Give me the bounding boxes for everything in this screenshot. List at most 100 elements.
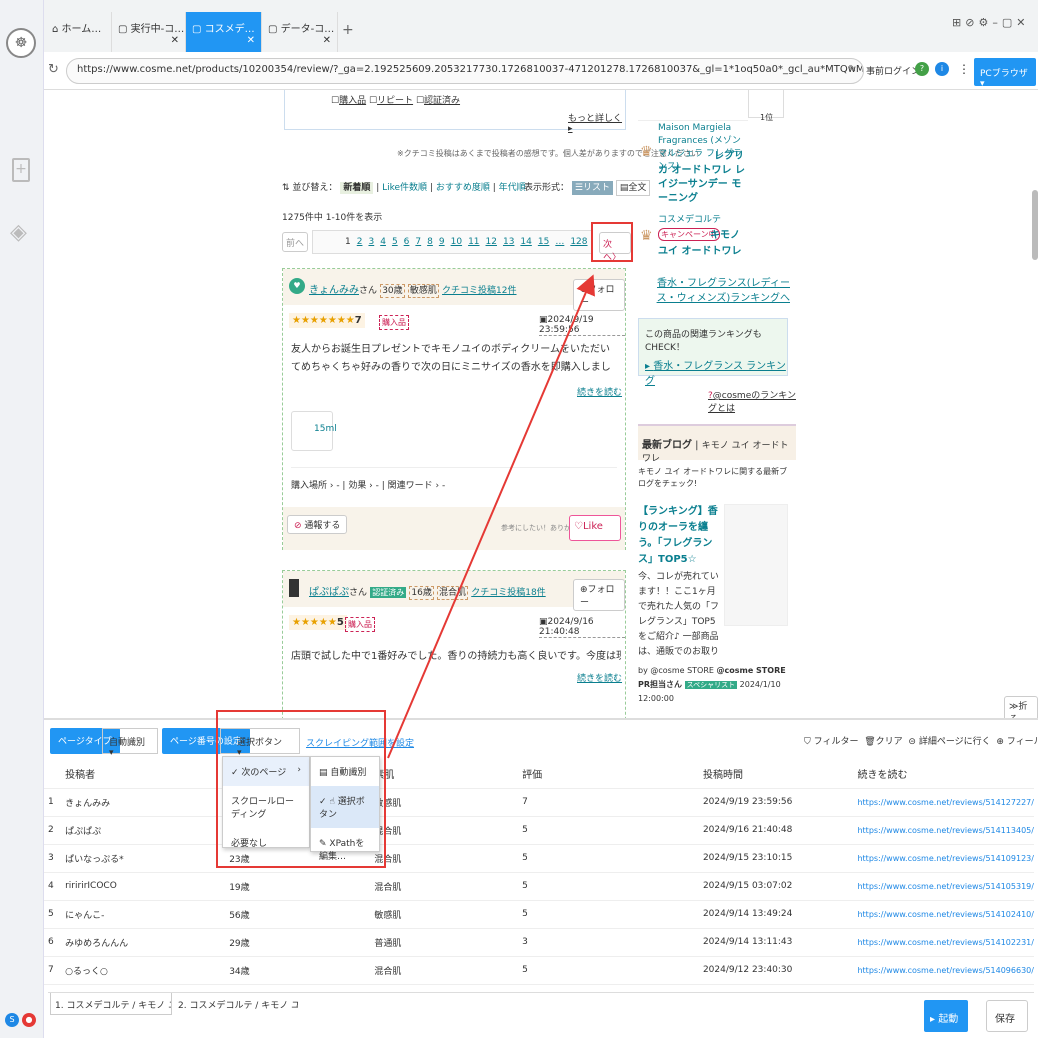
- edit-icon[interactable]: ✎: [848, 64, 856, 75]
- purchased-link[interactable]: 購入品: [339, 96, 366, 106]
- more-icon[interactable]: ⋮: [958, 62, 970, 76]
- blog-image[interactable]: [724, 504, 788, 626]
- blue-status-icon[interactable]: i: [935, 62, 949, 76]
- table-cell[interactable]: https://www.cosme.net/reviews/514102410/: [853, 900, 1034, 929]
- table-row[interactable]: 3 ぱいなっぷる* 23歳 混合肌 5 2024/9/15 23:10:15 https:/…: [44, 844, 1034, 873]
- page-link[interactable]: 1: [345, 237, 351, 247]
- tab-data[interactable]: ▢ データ-コ… ✕: [262, 12, 338, 52]
- repeat-link[interactable]: リピート: [377, 96, 413, 106]
- add-field-button[interactable]: ⊕ フィールドを追加: [996, 737, 1038, 747]
- report-button[interactable]: ⊘ 通報する: [287, 515, 348, 534]
- tab-home[interactable]: ⌂ ホーム…: [46, 12, 112, 52]
- close-icon[interactable]: ✕: [247, 35, 255, 46]
- green-status-icon[interactable]: ?: [915, 62, 929, 76]
- table-row[interactable]: 7 ○るっく○ 34歳 混合肌 5 2024/9/12 23:40:30 https://w…: [44, 956, 1034, 985]
- checkbox-icon[interactable]: ☐: [331, 96, 339, 106]
- rank-product-name[interactable]: レプリカ オードトワレ レイジーサンデー モーニング: [658, 150, 750, 206]
- column-header[interactable]: 続きを読む: [853, 760, 1034, 789]
- product-thumb[interactable]: 15ml: [291, 411, 337, 451]
- display-list-button[interactable]: ☰リスト: [571, 181, 613, 195]
- page-link[interactable]: 9: [439, 237, 445, 247]
- column-header[interactable]: 投稿者: [61, 760, 226, 789]
- page-link[interactable]: 6: [404, 237, 410, 247]
- checkbox-icon[interactable]: ☐: [369, 96, 377, 106]
- clear-button[interactable]: 🗑クリア: [864, 737, 902, 747]
- page-type-select[interactable]: 自動識別 ▾: [102, 728, 158, 758]
- table-cell[interactable]: https://www.cosme.net/reviews/514096630/: [853, 956, 1034, 985]
- start-button[interactable]: ▸ 起動: [924, 1000, 968, 1032]
- reviewer-posts-link[interactable]: クチコミ投稿12件: [442, 286, 516, 296]
- table-row[interactable]: 5 にゃんこ- 56歳 敏感肌 5 2024/9/14 13:49:24 https://w…: [44, 900, 1034, 929]
- filter-button[interactable]: ⛉ フィルター: [804, 737, 858, 747]
- new-task-icon[interactable]: +: [12, 158, 30, 182]
- save-button[interactable]: 保存: [986, 1000, 1028, 1032]
- page-link[interactable]: 8: [427, 237, 433, 247]
- tab-cosme[interactable]: ▢ コスメデ… ✕: [186, 12, 262, 52]
- close-icon[interactable]: ✕: [323, 35, 331, 46]
- avatar[interactable]: [289, 579, 299, 597]
- about-ranking-link[interactable]: ?@cosmeのランキングとは: [708, 388, 798, 414]
- table-cell[interactable]: https://www.cosme.net/reviews/514105319/: [853, 872, 1034, 901]
- task-tab[interactable]: 1. コスメデコルテ / キモノ ユイ オ…: [50, 993, 172, 1015]
- reviewer-name[interactable]: きょんみみ: [309, 285, 359, 296]
- pre-login-button[interactable]: 事前ログイン: [866, 64, 920, 77]
- table-cell[interactable]: https://www.cosme.net/reviews/514127227/: [853, 788, 1034, 817]
- prev-button[interactable]: 前へ: [282, 232, 308, 252]
- task-tab[interactable]: 2. コスメデコルテ / キモノ ユイ オ…: [174, 993, 298, 1015]
- sort-newest[interactable]: 新着順: [340, 182, 374, 194]
- reload-icon[interactable]: ↻: [48, 62, 59, 77]
- like-button[interactable]: ♡Like: [569, 515, 621, 541]
- gear-icon[interactable]: ⚙: [978, 16, 992, 29]
- sort-recommend[interactable]: おすすめ度順: [436, 183, 490, 193]
- rank-product-name[interactable]: キモノ ユイ オードトワレ: [658, 228, 750, 260]
- table-row[interactable]: 1きょんみみ30歳敏感肌72024/9/19 23:59:56https://w…: [44, 788, 1034, 817]
- url-field[interactable]: https://www.cosme.net/products/10200354/…: [66, 58, 864, 84]
- gift-icon[interactable]: ⊞: [952, 16, 965, 29]
- follow-button[interactable]: ⊕フォロー: [573, 579, 625, 611]
- reviewer-name[interactable]: ぱぷぱぷ: [309, 587, 349, 598]
- record-icon[interactable]: ●: [22, 1013, 36, 1027]
- tab-running[interactable]: ▢ 実行中-コ… ✕: [112, 12, 186, 52]
- rank-product-brand[interactable]: コスメデコルテ: [658, 212, 721, 225]
- help-icon[interactable]: ⊘: [965, 16, 978, 29]
- column-header[interactable]: 投稿時間: [698, 760, 854, 789]
- page-link[interactable]: 128: [570, 237, 587, 247]
- ranking-link[interactable]: 香水・フレグランス(レディース・ウィメンズ)ランキングへ: [650, 276, 790, 306]
- blog-post-title[interactable]: 【ランキング】香りのオーラを纏う。「フレグランス」TOP5☆: [638, 504, 722, 568]
- page-link[interactable]: 2: [357, 237, 363, 247]
- detail-page-button[interactable]: ⊝ 詳細ページに行く: [908, 737, 990, 747]
- page-link[interactable]: 11: [468, 237, 479, 247]
- column-header[interactable]: 素肌: [370, 760, 519, 789]
- page-link[interactable]: 14: [520, 237, 531, 247]
- close-icon[interactable]: ✕: [1016, 16, 1029, 29]
- related-ranking-link[interactable]: ▸ 香水・フレグランス ランキング: [639, 357, 787, 387]
- checkbox-icon[interactable]: ☐: [416, 96, 424, 106]
- read-more-link[interactable]: 続きを読む: [577, 385, 622, 398]
- sort-likes[interactable]: Like件数順: [382, 183, 427, 193]
- more-details-link[interactable]: もっと詳しく ▸: [568, 111, 625, 134]
- column-header[interactable]: 評価: [518, 760, 699, 789]
- column-header[interactable]: [44, 760, 62, 789]
- table-row[interactable]: 6 みゆめろんんん 29歳 普通肌 3 2024/9/14 13:11:43 https:/…: [44, 928, 1034, 957]
- page-link[interactable]: 5: [392, 237, 398, 247]
- sort-age[interactable]: 年代順: [499, 183, 526, 193]
- close-icon[interactable]: ✕: [171, 35, 179, 46]
- layers-icon[interactable]: ◈: [10, 220, 27, 245]
- page-link[interactable]: 13: [503, 237, 514, 247]
- page-link[interactable]: 7: [415, 237, 421, 247]
- pc-browser-button[interactable]: PCブラウザ ▾: [974, 58, 1036, 89]
- reviewer-posts-link[interactable]: クチコミ投稿18件: [471, 588, 545, 598]
- minimize-icon[interactable]: –: [992, 16, 1002, 29]
- verified-link[interactable]: 認証済み: [424, 96, 460, 106]
- read-more-link[interactable]: 続きを読む: [577, 671, 622, 684]
- restore-icon[interactable]: ▢: [1002, 16, 1016, 29]
- page-link[interactable]: 10: [451, 237, 462, 247]
- table-cell[interactable]: https://www.cosme.net/reviews/514113405/: [853, 816, 1034, 845]
- table-cell[interactable]: https://www.cosme.net/reviews/514102231/: [853, 928, 1034, 957]
- page-link[interactable]: 4: [380, 237, 386, 247]
- table-row[interactable]: 2ぱぷぱぷ16歳混合肌52024/9/16 21:40:48https://ww…: [44, 816, 1034, 845]
- skype-icon[interactable]: S: [5, 1013, 19, 1027]
- table-row[interactable]: 4 riririrICOCO 19歳 混合肌 5 2024/9/15 03:07:02 ht…: [44, 872, 1034, 901]
- new-tab-icon[interactable]: +: [342, 22, 354, 38]
- follow-button[interactable]: ⊕フォロー: [573, 279, 625, 311]
